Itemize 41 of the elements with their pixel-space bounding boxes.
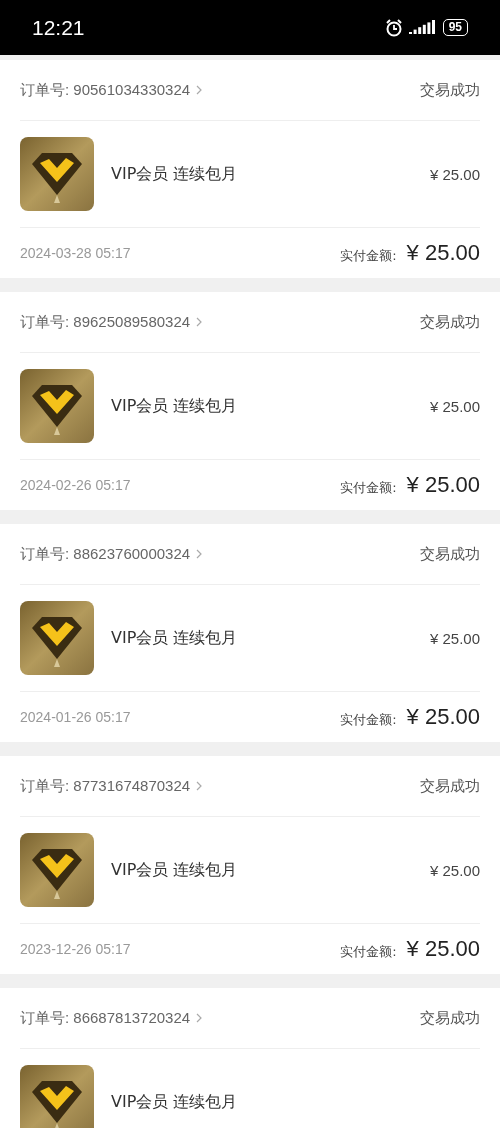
product-price: ¥ 25.00 xyxy=(429,165,480,183)
product-price: ¥ 25.00 xyxy=(429,397,480,415)
paid-label: 实付金额: xyxy=(340,479,397,497)
product-name: VIP会员 连续包月 xyxy=(111,395,239,417)
paid-amount: ¥ 25.00 xyxy=(406,472,480,498)
product-name: VIP会员 连续包月 xyxy=(111,1091,239,1113)
paid-label: 实付金额: xyxy=(340,247,397,265)
order-date: 2023-12-26 05:17 xyxy=(20,941,131,957)
chevron-right-icon xyxy=(196,549,203,559)
order-status: 交易成功 xyxy=(420,776,480,796)
order-status: 交易成功 xyxy=(420,312,480,332)
paid-amount: ¥ 25.00 xyxy=(406,240,480,266)
chevron-right-icon xyxy=(196,317,203,327)
order-number[interactable]: 订单号: 86687813720324 xyxy=(20,1008,191,1028)
order-number[interactable]: 订单号: 90561034330324 xyxy=(20,80,191,100)
battery-level: 95 xyxy=(442,19,468,36)
product-name: VIP会员 连续包月 xyxy=(111,627,239,649)
product-name: VIP会员 连续包月 xyxy=(111,163,239,185)
chevron-right-icon xyxy=(196,1013,203,1023)
vip-diamond-icon xyxy=(20,1065,94,1128)
order-number[interactable]: 订单号: 88623760000324 xyxy=(20,544,191,564)
chevron-right-icon xyxy=(196,781,203,791)
alarm-icon xyxy=(384,18,403,37)
order-number[interactable]: 订单号: 87731674870324 xyxy=(20,776,191,796)
paid-label: 实付金额: xyxy=(340,711,397,729)
status-time: 12:21 xyxy=(32,15,85,40)
order-date: 2024-02-26 05:17 xyxy=(20,477,131,493)
paid-amount: ¥ 25.00 xyxy=(406,936,480,962)
order-date: 2024-01-26 05:17 xyxy=(20,709,131,725)
product-name: VIP会员 连续包月 xyxy=(111,859,239,881)
paid-label: 实付金额: xyxy=(340,943,397,961)
order-status: 交易成功 xyxy=(420,80,480,100)
product-price: ¥ 25.00 xyxy=(429,861,480,879)
order-status: 交易成功 xyxy=(420,544,480,564)
chevron-right-icon xyxy=(196,85,203,95)
signal-icon xyxy=(408,19,437,36)
order-number[interactable]: 订单号: 89625089580324 xyxy=(20,312,191,332)
paid-amount: ¥ 25.00 xyxy=(406,704,480,730)
order-status: 交易成功 xyxy=(420,1008,480,1028)
product-price: ¥ 25.00 xyxy=(429,629,480,647)
order-date: 2024-03-28 05:17 xyxy=(20,245,131,261)
